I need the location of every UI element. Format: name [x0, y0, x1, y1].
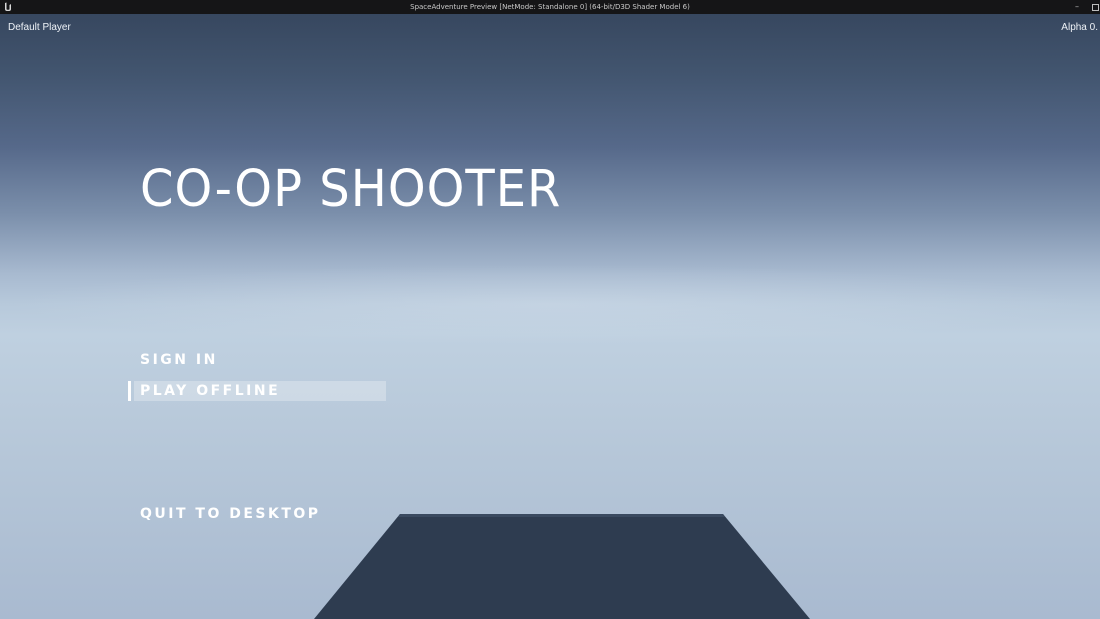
maximize-icon	[1092, 4, 1099, 11]
quit-to-desktop-button[interactable]: QUIT TO DESKTOP	[140, 506, 321, 522]
game-window: SpaceAdventure Preview [NetMode: Standal…	[0, 0, 1100, 619]
version-label: Alpha 0.	[1061, 22, 1098, 33]
sign-in-button[interactable]: SIGN IN	[140, 352, 218, 368]
floor-platform	[314, 514, 810, 619]
play-offline-button[interactable]: PLAY OFFLINE	[128, 381, 386, 401]
window-titlebar[interactable]: SpaceAdventure Preview [NetMode: Standal…	[0, 0, 1100, 14]
game-title: CO-OP SHOOTER	[140, 160, 562, 219]
game-viewport[interactable]: Default Player Alpha 0. CO-OP SHOOTER SI…	[0, 14, 1100, 619]
window-title: SpaceAdventure Preview [NetMode: Standal…	[410, 3, 690, 11]
minimize-button[interactable]: –	[1071, 0, 1083, 14]
player-name: Default Player	[8, 22, 71, 33]
play-offline-label: PLAY OFFLINE	[140, 383, 281, 399]
maximize-button[interactable]	[1089, 0, 1100, 14]
selection-indicator	[128, 381, 131, 401]
